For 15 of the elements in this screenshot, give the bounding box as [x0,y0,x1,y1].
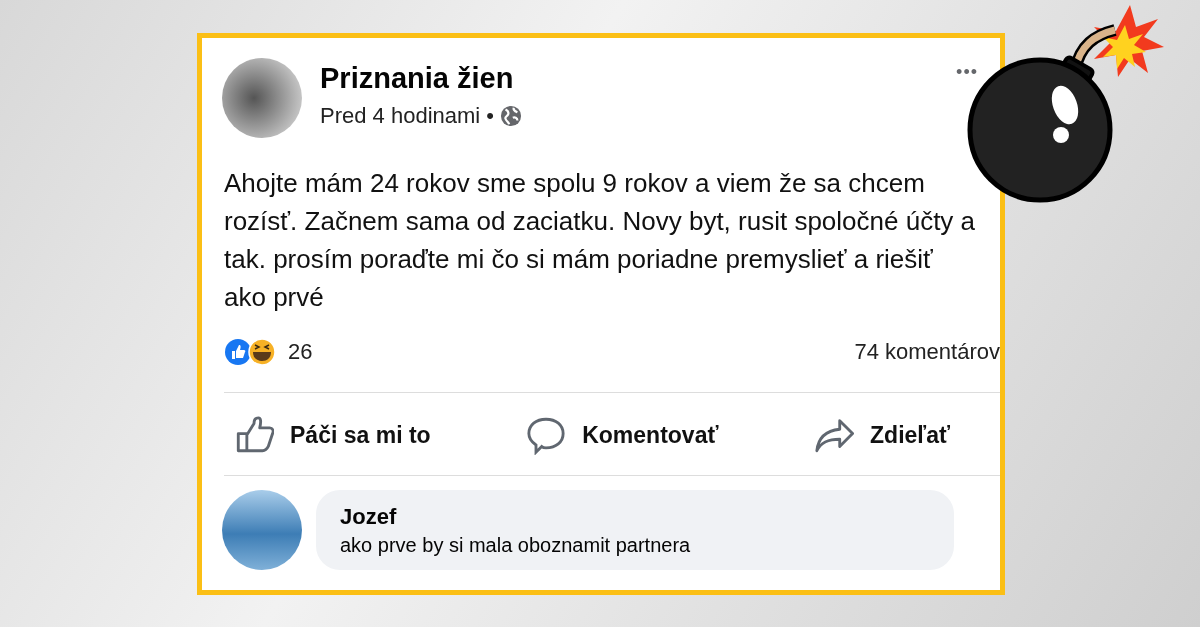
reaction-count[interactable]: 26 [288,339,313,365]
speech-bubble-icon [526,415,567,455]
post-time[interactable]: Pred 4 hodinami [320,103,481,129]
page-name[interactable]: Priznania žien [320,62,957,95]
commenter-name[interactable]: Jozef [340,504,930,530]
comment-count[interactable]: 74 komentárov [854,339,1000,365]
separator-dot: • [486,103,494,129]
share-button[interactable]: Zdieľať [814,415,950,455]
like-button[interactable]: Páči sa mi to [234,415,431,455]
globe-icon [499,105,522,127]
thumbs-up-icon [234,415,274,455]
comment-text: ako prve by si mala oboznamit partnera [340,534,692,557]
post-text: Ahojte mám 24 rokov sme spolu 9 rokov a viem že sa chcem rozísť. Začnem sama od zaciatku. Novy byt, rusit spoločné účty a tak. prosím poraďte mi čo si mám poriadne premyslieť a riešiť ako prvé [223,167,977,314]
more-options-button[interactable]: ••• [956,62,978,83]
comment-button[interactable]: Komentovať [526,415,719,455]
